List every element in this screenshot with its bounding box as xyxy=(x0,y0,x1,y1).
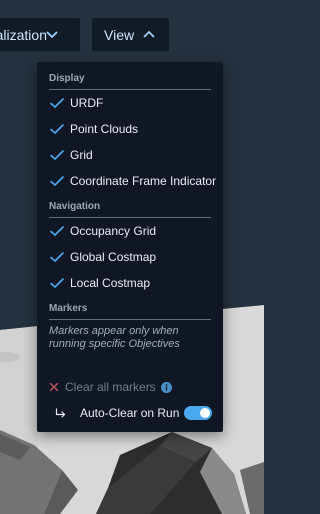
menu-item-grid[interactable]: Grid xyxy=(45,144,217,166)
clear-all-markers-label: Clear all markers xyxy=(65,380,156,394)
visualization-menu-button[interactable]: Visualization xyxy=(0,18,80,51)
toggle-knob xyxy=(200,408,210,418)
chevron-up-icon xyxy=(143,31,155,38)
auto-clear-toggle[interactable] xyxy=(184,406,212,420)
menu-item-label: Global Costmap xyxy=(70,250,157,264)
menu-item-local-costmap[interactable]: Local Costmap xyxy=(45,272,217,294)
menu-item-label: Grid xyxy=(70,148,93,162)
menu-item-label: Local Costmap xyxy=(70,276,151,290)
clear-all-markers-button[interactable]: Clear all markers xyxy=(49,378,172,396)
view-dropdown-menu: Display URDF Point Clouds Grid Coordinat… xyxy=(37,62,223,432)
menu-item-urdf[interactable]: URDF xyxy=(45,92,217,114)
check-icon xyxy=(50,176,64,186)
check-icon xyxy=(50,150,64,160)
menu-item-coordinate-frame-indicator[interactable]: Coordinate Frame Indicator xyxy=(45,170,217,192)
chevron-down-icon xyxy=(46,31,58,38)
menu-item-label: Coordinate Frame Indicator xyxy=(70,174,217,188)
auto-clear-on-run-row: Auto-Clear on Run xyxy=(52,403,215,423)
check-icon xyxy=(50,124,64,134)
check-icon xyxy=(50,278,64,288)
section-divider xyxy=(49,319,211,320)
section-divider xyxy=(49,89,211,90)
menu-item-global-costmap[interactable]: Global Costmap xyxy=(45,246,217,268)
menu-item-occupancy-grid[interactable]: Occupancy Grid xyxy=(45,220,217,242)
navigation-section-label: Navigation xyxy=(49,201,101,212)
display-section-label: Display xyxy=(49,73,85,84)
section-divider xyxy=(49,217,211,218)
visualization-menu-label: Visualization xyxy=(0,26,47,43)
auto-clear-on-run-label: Auto-Clear on Run xyxy=(80,406,180,420)
view-menu-label: View xyxy=(104,26,135,43)
check-icon xyxy=(50,226,64,236)
info-icon[interactable] xyxy=(160,381,172,393)
menu-item-point-clouds[interactable]: Point Clouds xyxy=(45,118,217,140)
return-arrow-icon xyxy=(55,408,66,418)
menu-item-label: Occupancy Grid xyxy=(70,224,157,238)
markers-section-label: Markers xyxy=(49,303,88,314)
menu-item-label: URDF xyxy=(70,96,104,110)
x-icon xyxy=(49,382,59,392)
check-icon xyxy=(50,98,64,108)
view-menu-button[interactable]: View xyxy=(92,18,169,51)
markers-note: Markers appear only when running specifi… xyxy=(49,325,180,350)
menu-item-label: Point Clouds xyxy=(70,122,139,136)
check-icon xyxy=(50,252,64,262)
